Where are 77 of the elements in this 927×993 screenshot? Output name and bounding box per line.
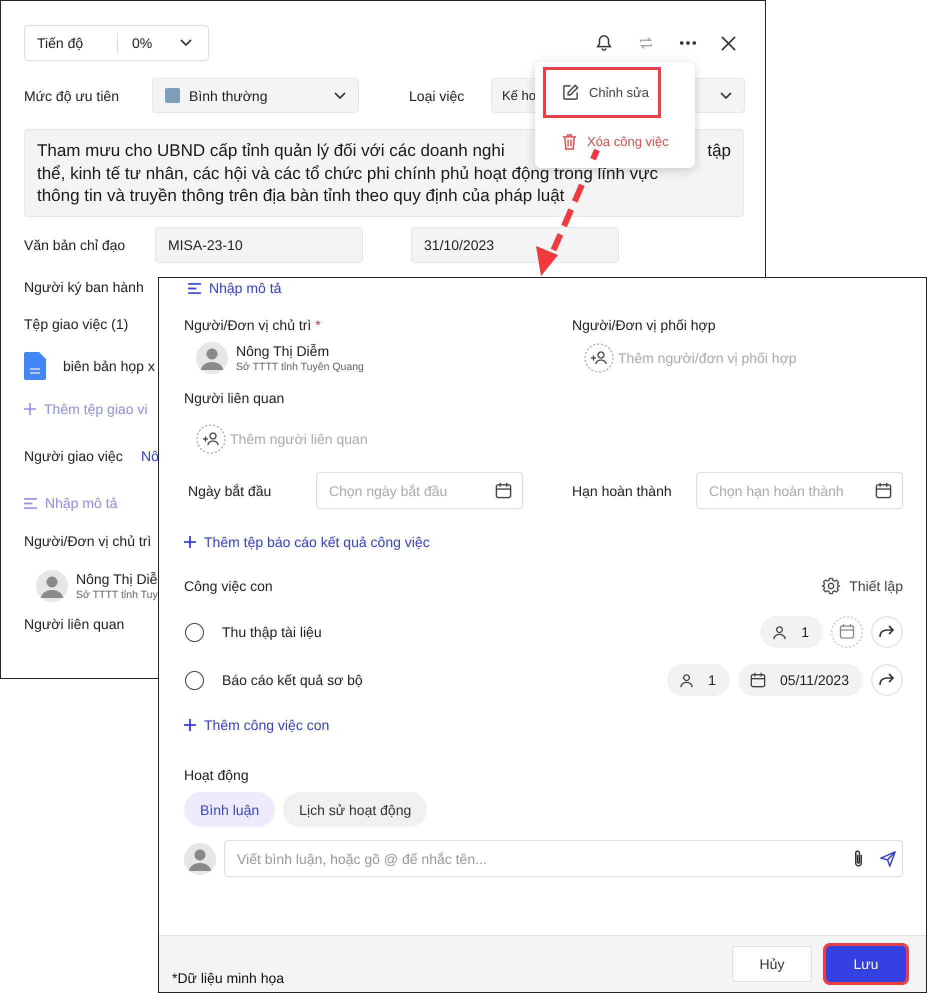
calendar-icon bbox=[875, 482, 892, 499]
calendar-icon bbox=[750, 672, 766, 688]
due-date-chip[interactable]: 05/11/2023 bbox=[738, 664, 863, 696]
field-label: Văn bản chỉ đạo bbox=[24, 237, 126, 253]
file-name[interactable]: biên bản họp x bbox=[63, 358, 155, 374]
forward-icon[interactable] bbox=[871, 664, 903, 696]
text-lines-icon bbox=[188, 282, 201, 294]
avatar-icon bbox=[196, 342, 228, 374]
chevron-down-icon bbox=[334, 92, 346, 100]
assignee-chip[interactable]: 1 bbox=[667, 664, 730, 696]
priority-select[interactable]: Bình thường bbox=[152, 78, 359, 113]
illustration-note: *Dữ liệu minh họa bbox=[172, 970, 284, 986]
field-label: Người ký ban hành bbox=[24, 279, 144, 295]
person-unit: Sở TTTT tỉnh Tuyên Quang bbox=[236, 360, 364, 372]
subtask-title: Báo cáo kết quả sơ bộ bbox=[222, 672, 363, 688]
person-icon bbox=[679, 672, 694, 688]
text-lines-icon bbox=[24, 498, 37, 508]
chevron-down-icon bbox=[720, 92, 732, 100]
person-unit: Sở TTTT tỉnh Tuy bbox=[76, 589, 158, 601]
priority-label: Mức độ ưu tiên bbox=[24, 88, 120, 104]
section-title: Tệp giao việc (1) bbox=[24, 316, 128, 332]
field-label: Ngày bắt đầu bbox=[187, 482, 272, 498]
forward-icon[interactable] bbox=[871, 616, 903, 648]
person-icon bbox=[772, 624, 788, 640]
task-checkbox[interactable] bbox=[185, 670, 204, 690]
settings-button[interactable]: Thiết lập bbox=[821, 576, 903, 596]
chevron-down-icon bbox=[180, 39, 192, 47]
pencil-icon bbox=[562, 84, 579, 101]
field-label: Người giao việc bbox=[24, 448, 124, 464]
document-number-field[interactable]: MISA-23-10 bbox=[155, 227, 363, 263]
add-person-icon bbox=[584, 342, 614, 372]
field-label: Người liên quan bbox=[184, 390, 284, 406]
field-label: Người/Đơn vị chủ trì bbox=[24, 533, 152, 549]
document-date-field[interactable]: 31/10/2023 bbox=[411, 227, 619, 263]
save-button[interactable]: Lưu bbox=[826, 946, 906, 982]
section-title: Công việc con bbox=[184, 578, 273, 594]
avatar-icon bbox=[184, 842, 216, 874]
task-type-label: Loại việc bbox=[409, 88, 466, 104]
close-icon[interactable] bbox=[721, 36, 736, 50]
paperclip-icon[interactable] bbox=[853, 849, 864, 868]
cancel-button[interactable]: Hủy bbox=[732, 946, 812, 982]
field-label: Người liên quan bbox=[24, 616, 124, 632]
task-checkbox[interactable] bbox=[185, 622, 204, 642]
description-box[interactable] bbox=[24, 129, 744, 217]
person-name: Nông Thị Diễ bbox=[76, 571, 158, 587]
person-name: Nông Thị Diễm bbox=[236, 342, 330, 358]
plus-icon bbox=[184, 536, 196, 548]
set-date-icon[interactable] bbox=[831, 616, 863, 648]
add-report-file-link[interactable]: Thêm tệp báo cáo kết quả công việc bbox=[184, 534, 430, 550]
field-label: Hạn hoàn thành bbox=[572, 482, 673, 498]
avatar-icon bbox=[36, 570, 68, 602]
menu-item[interactable]: Chỉnh sửa bbox=[543, 67, 661, 118]
add-description-link[interactable]: Nhập mô tả bbox=[184, 280, 282, 296]
activity-tab[interactable]: Lịch sử hoạt động bbox=[283, 792, 428, 827]
section-title: Hoạt động bbox=[184, 767, 249, 783]
description-text: Tham mưu cho UBND cấp tỉnh quản lý đối với các doanh nghi bbox=[37, 140, 505, 162]
document-icon bbox=[24, 352, 46, 380]
add-subtask-link[interactable]: Thêm công việc con bbox=[184, 717, 330, 733]
trash-icon bbox=[562, 132, 577, 150]
menu-item[interactable]: Xóa công việc bbox=[543, 126, 695, 156]
calendar-icon bbox=[495, 482, 512, 499]
description-text: tập bbox=[707, 140, 731, 162]
plus-icon bbox=[184, 719, 196, 731]
description-text: thông tin và truyền thông trên địa bàn tỉnh theo quy định của pháp luật bbox=[37, 185, 564, 207]
field-label: Người/Đơn vị phối hợp bbox=[572, 317, 716, 333]
activity-tab[interactable]: Bình luận bbox=[184, 792, 276, 827]
field-label: Người/Đơn vị chủ trì * bbox=[184, 317, 321, 333]
add-person-icon bbox=[196, 424, 226, 454]
progress-select[interactable]: Tiến độ 0% bbox=[24, 25, 209, 61]
plus-icon bbox=[24, 403, 36, 415]
send-icon[interactable] bbox=[880, 850, 896, 866]
assigner-name[interactable]: Nô bbox=[141, 448, 159, 464]
settings-icon bbox=[821, 576, 842, 596]
assignee-chip[interactable]: 1 bbox=[760, 616, 823, 648]
subtask-title: Thu thập tài liệu bbox=[222, 624, 322, 640]
bell-icon[interactable] bbox=[595, 34, 613, 52]
more-icon[interactable] bbox=[679, 40, 697, 46]
